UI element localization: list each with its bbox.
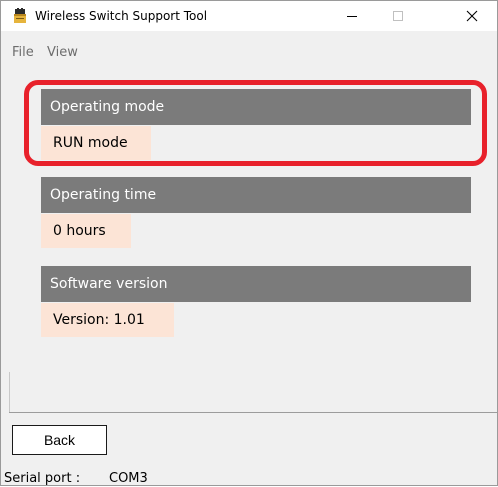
title-bar[interactable]: Wireless Switch Support Tool (1, 1, 497, 31)
serial-port-label: Serial port : (4, 471, 81, 486)
close-button[interactable] (447, 1, 497, 31)
window-title: Wireless Switch Support Tool (35, 9, 208, 23)
maximize-button[interactable] (375, 1, 421, 31)
serial-port-value: COM3 (109, 471, 148, 486)
operating-time-value: 0 hours (41, 214, 131, 248)
status-bar: Serial port : COM3 (1, 470, 497, 487)
close-icon (466, 10, 478, 22)
maximize-icon (393, 11, 403, 21)
back-button[interactable]: Back (12, 425, 107, 455)
app-window: Wireless Switch Support Tool File View O… (0, 0, 498, 486)
footer-divider (9, 412, 497, 413)
software-version-header: Software version (41, 266, 471, 302)
menu-view[interactable]: View (47, 45, 78, 61)
minimize-button[interactable] (329, 1, 375, 31)
minimize-icon (347, 16, 357, 17)
highlight-annotation (24, 80, 487, 166)
battery-plug-icon (12, 8, 28, 24)
panel-border-left (9, 372, 10, 412)
operating-time-header: Operating time (41, 177, 471, 213)
software-version-value: Version: 1.01 (41, 303, 174, 337)
menu-file[interactable]: File (12, 45, 34, 61)
menu-bar: File View (1, 41, 497, 65)
